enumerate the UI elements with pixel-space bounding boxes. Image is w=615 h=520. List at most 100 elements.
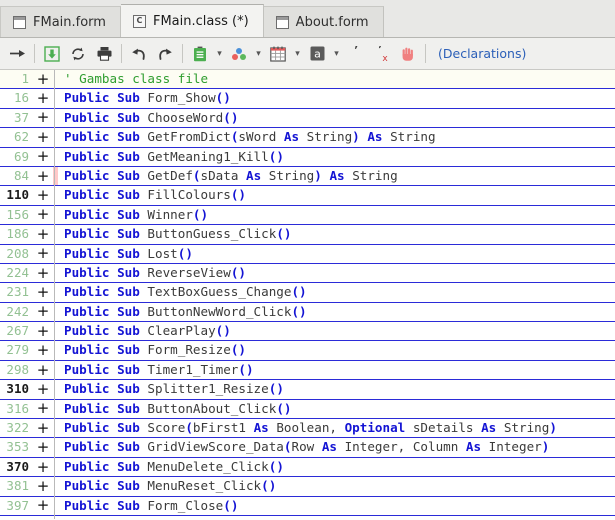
code-text: Public Sub GetFromDict(sWord As String) … bbox=[58, 128, 615, 146]
font-dropdown-caret-icon[interactable]: ▾ bbox=[330, 41, 343, 67]
code-token: Public Sub bbox=[64, 148, 148, 164]
code-token: () bbox=[230, 187, 246, 203]
colored-dots-glyph bbox=[232, 47, 246, 60]
expand-plus-icon[interactable]: + bbox=[33, 303, 53, 321]
expand-plus-icon[interactable]: + bbox=[33, 128, 53, 146]
toolbar-separator bbox=[425, 44, 426, 63]
code-outline-row[interactable]: 16 + Public Sub Form_Show() bbox=[0, 89, 615, 109]
code-token: Integer, bbox=[344, 439, 413, 455]
code-token: ChooseWord bbox=[147, 109, 224, 125]
clipboard-dropdown-caret-icon[interactable]: ▾ bbox=[213, 41, 226, 67]
apostrophe-remove-glyph: ’ x bbox=[376, 46, 389, 62]
code-token: ( bbox=[192, 167, 201, 183]
code-token: ClearPlay bbox=[147, 323, 216, 339]
stop-hand-icon[interactable] bbox=[395, 41, 421, 67]
line-number: 69 bbox=[13, 148, 29, 164]
expand-plus-icon[interactable]: + bbox=[33, 186, 53, 204]
code-outline-row[interactable]: 316 + Public Sub ButtonAbout_Click() bbox=[0, 399, 615, 420]
editor-tab[interactable]: About.form bbox=[263, 6, 384, 37]
expand-plus-icon[interactable]: + bbox=[33, 419, 53, 437]
expand-plus-icon[interactable]: + bbox=[33, 109, 53, 127]
code-outline-row[interactable]: 279 + Public Sub Form_Resize() bbox=[0, 341, 615, 361]
breakpoints-dropdown-caret-icon[interactable]: ▾ bbox=[252, 41, 265, 67]
expand-plus-icon[interactable]: + bbox=[33, 361, 53, 379]
code-outline-row[interactable]: 310 + Public Sub Splitter1_Resize() bbox=[0, 380, 615, 400]
uncomment-icon[interactable]: ’ x bbox=[369, 41, 395, 67]
code-text: Public Sub MenuReset_Click() bbox=[58, 477, 615, 495]
code-token: () bbox=[230, 264, 246, 280]
expand-plus-icon[interactable]: + bbox=[33, 497, 53, 515]
code-outline-row[interactable]: 37 + Public Sub ChooseWord() bbox=[0, 108, 615, 129]
save-icon[interactable] bbox=[39, 41, 65, 67]
calendar-dropdown-caret-icon[interactable]: ▾ bbox=[291, 41, 304, 67]
comment-icon[interactable]: ’ bbox=[343, 41, 369, 67]
line-number: 370 bbox=[6, 458, 29, 474]
code-outline-row[interactable]: 69 + Public Sub GetMeaning1_Kill() bbox=[0, 147, 615, 167]
code-token: String bbox=[268, 167, 315, 183]
clipboard-icon[interactable] bbox=[187, 41, 213, 67]
expand-plus-icon[interactable]: + bbox=[33, 458, 53, 476]
code-token: () bbox=[215, 323, 231, 339]
calendar-icon[interactable] bbox=[265, 41, 291, 67]
go-to-icon[interactable] bbox=[4, 41, 30, 67]
code-outline-row[interactable]: 186 + Public Sub ButtonGuess_Click() bbox=[0, 225, 615, 245]
code-token: ) bbox=[314, 167, 322, 183]
expand-plus-icon[interactable]: + bbox=[33, 264, 53, 282]
code-outline-row[interactable]: 298 + Public Sub Timer1_Timer() bbox=[0, 360, 615, 381]
undo-icon[interactable] bbox=[126, 41, 152, 67]
code-token: Public Sub bbox=[64, 458, 148, 474]
editor-tab[interactable]: FMain.form bbox=[0, 6, 121, 37]
code-outline-row[interactable]: 224 + Public Sub ReverseView() bbox=[0, 263, 615, 284]
code-outline-list[interactable]: 1 + ' Gambas class file 16 + Public Sub Form_… bbox=[0, 70, 615, 519]
code-token: Form_Resize bbox=[147, 342, 231, 358]
expand-plus-icon[interactable]: + bbox=[33, 400, 53, 418]
breakpoints-icon[interactable] bbox=[226, 41, 252, 67]
code-token: Integer bbox=[488, 439, 542, 455]
code-token: Form_Show bbox=[147, 90, 216, 106]
expand-plus-icon[interactable]: + bbox=[33, 283, 53, 301]
expand-plus-icon[interactable]: + bbox=[33, 438, 53, 456]
code-outline-row[interactable]: 156 + Public Sub Winner() bbox=[0, 205, 615, 226]
code-token: Public Sub bbox=[64, 420, 148, 436]
code-outline-row[interactable]: 242 + Public Sub ButtonNewWord_Click() bbox=[0, 302, 615, 323]
code-outline-row[interactable]: 397 + Public Sub Form_Close() bbox=[0, 496, 615, 516]
expand-plus-icon[interactable]: + bbox=[33, 341, 53, 359]
expand-plus-icon[interactable]: + bbox=[33, 225, 53, 243]
code-token: Splitter1_Resize bbox=[147, 381, 269, 397]
expand-plus-icon[interactable]: + bbox=[33, 380, 53, 398]
code-outline-row[interactable]: 231 + Public Sub TextBoxGuess_Change() bbox=[0, 283, 615, 303]
redo-icon[interactable] bbox=[152, 41, 178, 67]
expand-plus-icon[interactable]: + bbox=[33, 167, 53, 185]
reload-glyph bbox=[72, 47, 84, 60]
code-outline-row[interactable]: 370 + Public Sub MenuDelete_Click() bbox=[0, 457, 615, 478]
code-outline-row[interactable]: 267 + Public Sub ClearPlay() bbox=[0, 322, 615, 342]
expand-plus-icon[interactable]: + bbox=[33, 322, 53, 340]
expand-plus-icon[interactable]: + bbox=[33, 148, 53, 166]
code-outline-row[interactable]: 62 + Public Sub GetFromDict(sWord As Strin… bbox=[0, 128, 615, 148]
form-window-icon bbox=[275, 15, 289, 29]
code-text: Public Sub ButtonNewWord_Click() bbox=[58, 303, 615, 321]
code-outline-row[interactable]: 84 + Public Sub GetDef(sData As String) As… bbox=[0, 166, 615, 187]
code-outline-row[interactable]: 208 + Public Sub Lost() bbox=[0, 244, 615, 264]
code-token: Public Sub bbox=[64, 245, 148, 261]
code-outline-row[interactable]: 1 + ' Gambas class file bbox=[0, 70, 615, 90]
expand-plus-icon[interactable]: + bbox=[33, 70, 53, 88]
code-outline-row[interactable]: 110 + Public Sub FillColours() bbox=[0, 186, 615, 206]
expand-plus-icon[interactable]: + bbox=[33, 245, 53, 263]
code-outline-row[interactable]: 381 + Public Sub MenuReset_Click() bbox=[0, 477, 615, 497]
code-text: Public Sub Form_Show() bbox=[58, 89, 615, 107]
font-a-glyph: a bbox=[310, 46, 324, 61]
reload-icon[interactable] bbox=[65, 41, 91, 67]
expand-plus-icon[interactable]: + bbox=[33, 206, 53, 224]
font-icon[interactable]: a bbox=[304, 41, 330, 67]
code-token: Timer1_Timer bbox=[147, 361, 239, 377]
code-token: MenuReset_Click bbox=[147, 478, 262, 494]
expand-plus-icon[interactable]: + bbox=[33, 89, 53, 107]
code-text: Public Sub FillColours() bbox=[58, 186, 615, 204]
print-icon[interactable] bbox=[91, 41, 117, 67]
expand-plus-icon[interactable]: + bbox=[33, 477, 53, 495]
editor-tab[interactable]: C FMain.class (*) bbox=[120, 4, 264, 37]
code-outline-row[interactable]: 353 + Public Sub GridViewScore_Data(Row As… bbox=[0, 438, 615, 458]
line-number: 156 bbox=[6, 206, 29, 222]
code-outline-row[interactable]: 322 + Public Sub Score(bFirst1 As Boolean,… bbox=[0, 419, 615, 439]
